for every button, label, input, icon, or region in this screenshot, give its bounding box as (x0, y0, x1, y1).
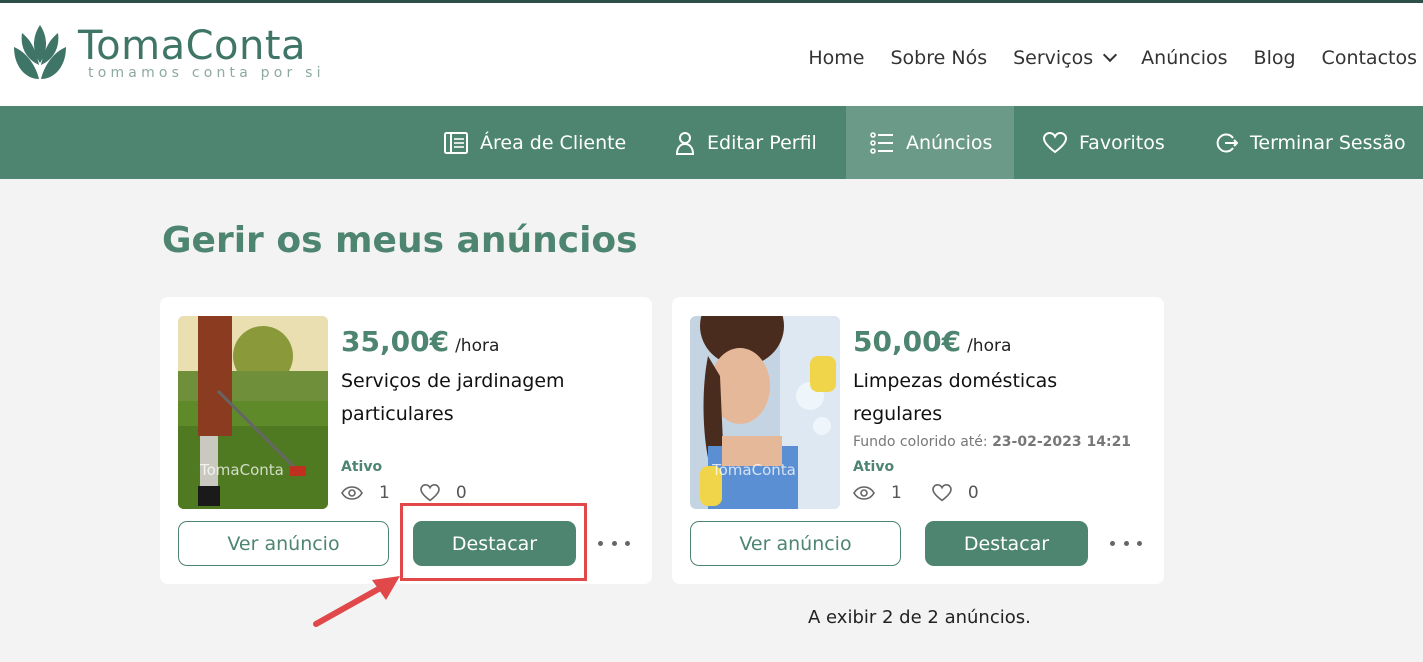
lotus-logo-icon (14, 25, 66, 79)
ad-title[interactable]: Limpezas domésticas regulares (853, 365, 1133, 431)
chevron-down-icon (1103, 47, 1118, 63)
views-count: 1 (379, 483, 390, 503)
view-ad-button[interactable]: Ver anúncio (178, 521, 389, 566)
subnav-favoritos-label: Favoritos (1079, 131, 1165, 154)
page-title: Gerir os meus anúncios (162, 220, 638, 261)
subnav-anuncios[interactable]: Anúncios (846, 106, 1014, 179)
annotation-arrow-icon (313, 576, 400, 627)
cleaning-photo (690, 316, 840, 509)
subnav-area-cliente[interactable]: Área de Cliente (432, 106, 638, 179)
nav-servicos[interactable]: Serviços (1013, 47, 1118, 69)
views-count: 1 (891, 483, 902, 503)
ad-price: 35,00€/hora (341, 325, 499, 358)
ad-image-gardening[interactable]: TomaConta (178, 316, 328, 509)
more-options-icon[interactable] (1110, 533, 1142, 553)
likes-stat: 0 (420, 483, 467, 503)
likes-count: 0 (967, 483, 979, 503)
account-subnav: Área de Cliente Editar Perfil Anúncios F… (0, 106, 1423, 179)
subnav-terminar-sessao-label: Terminar Sessão (1250, 131, 1406, 154)
highlight-until-date: 23-02-2023 14:21 (992, 434, 1132, 450)
user-icon (675, 131, 695, 155)
ad-price: 50,00€/hora (853, 325, 1011, 358)
nav-servicos-label: Serviços (1013, 47, 1094, 69)
site-header: TomaConta tomamos conta por si Home Sobr… (0, 0, 1423, 106)
subnav-editar-perfil-label: Editar Perfil (707, 131, 817, 154)
eye-icon (341, 486, 363, 500)
ad-stats: 1 0 (853, 483, 1009, 503)
eye-icon (853, 486, 875, 500)
image-watermark: TomaConta (712, 461, 796, 479)
ad-title[interactable]: Serviços de jardinagem particulares (341, 365, 621, 431)
ad-status: Ativo (341, 459, 383, 475)
subnav-anuncios-label: Anúncios (906, 131, 993, 154)
subnav-area-cliente-label: Área de Cliente (480, 131, 627, 154)
ad-stats: 1 0 (341, 483, 497, 503)
nav-anuncios[interactable]: Anúncios (1141, 47, 1227, 69)
brand-tagline: tomamos conta por si (88, 65, 325, 81)
heart-outline-icon (420, 484, 440, 502)
view-ad-button[interactable]: Ver anúncio (690, 521, 901, 566)
results-count: A exibir 2 de 2 anúncios. (808, 607, 1031, 628)
nav-blog[interactable]: Blog (1254, 47, 1296, 69)
views-stat: 1 (853, 483, 902, 503)
likes-count: 0 (455, 483, 467, 503)
nav-contactos[interactable]: Contactos (1322, 47, 1417, 69)
gardening-photo (178, 316, 328, 509)
subnav-favoritos[interactable]: Favoritos (1031, 106, 1177, 179)
image-watermark: TomaConta (200, 461, 284, 479)
views-stat: 1 (341, 483, 390, 503)
ad-image-cleaning[interactable]: TomaConta (690, 316, 840, 509)
logout-icon (1216, 133, 1238, 152)
nav-home[interactable]: Home (808, 47, 864, 69)
list-icon (870, 131, 893, 154)
ad-price-value: 50,00€ (853, 325, 962, 358)
nav-sobre-nos[interactable]: Sobre Nós (891, 47, 988, 69)
site-logo[interactable]: TomaConta tomamos conta por si (12, 23, 332, 85)
highlight-until-text: Fundo colorido até: 23-02-2023 14:21 (853, 434, 1131, 450)
highlight-until-label: Fundo colorido até: (853, 434, 988, 450)
highlight-ad-button[interactable]: Destacar (925, 521, 1088, 566)
more-options-icon[interactable] (598, 533, 630, 553)
ad-status: Ativo (853, 459, 895, 475)
likes-stat: 0 (932, 483, 979, 503)
main-navigation: Home Sobre Nós Serviços Anúncios Blog Co… (808, 41, 1423, 75)
ad-price-value: 35,00€ (341, 325, 450, 358)
annotation-highlight-box (400, 503, 587, 581)
heart-outline-icon (932, 484, 952, 502)
heart-icon (1043, 131, 1067, 153)
brand-name: TomaConta (78, 23, 307, 69)
ad-price-unit: /hora (967, 336, 1012, 356)
ad-card: TomaConta 50,00€/hora Limpezas doméstica… (672, 297, 1164, 584)
subnav-terminar-sessao[interactable]: Terminar Sessão (1204, 106, 1418, 179)
ad-price-unit: /hora (455, 336, 500, 356)
dashboard-icon (444, 131, 468, 154)
subnav-editar-perfil[interactable]: Editar Perfil (663, 106, 829, 179)
